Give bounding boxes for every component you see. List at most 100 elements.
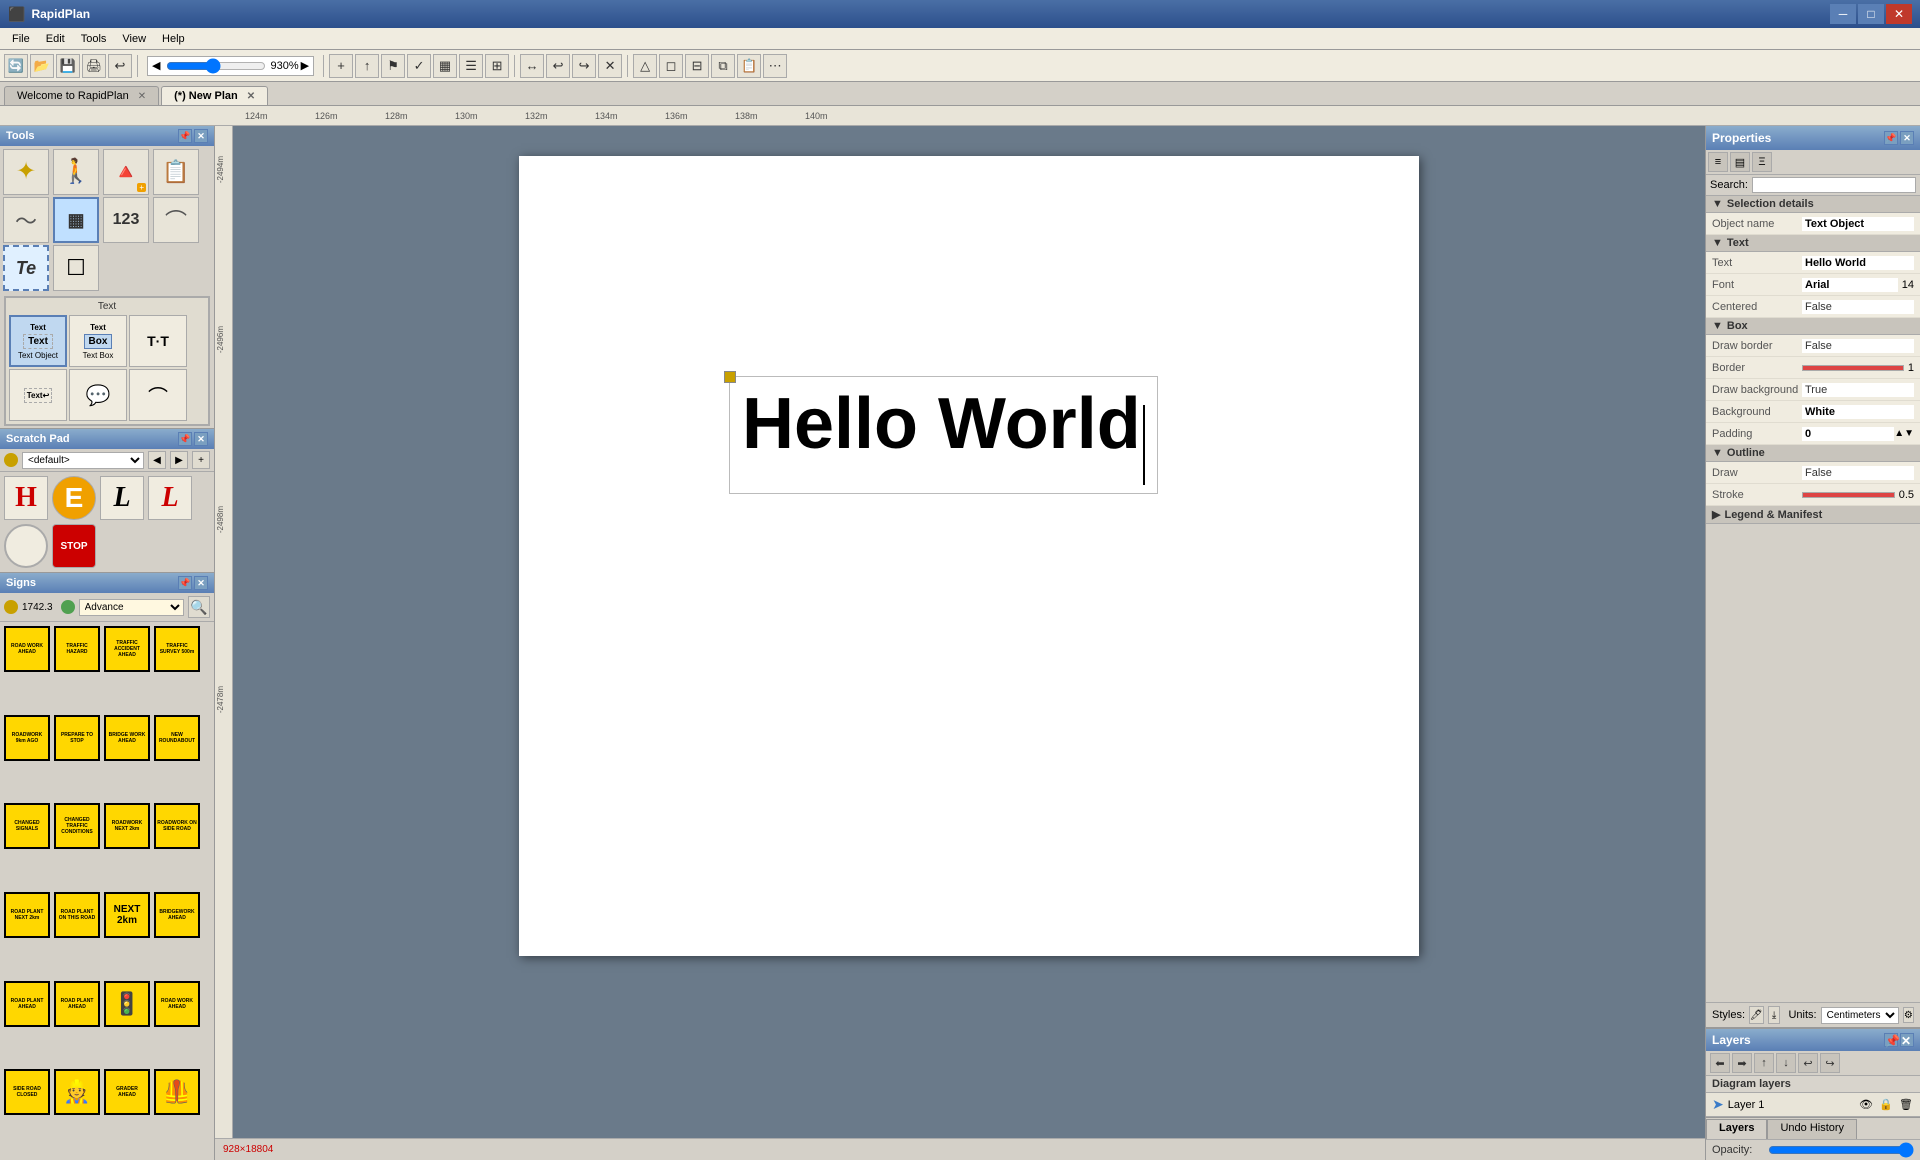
- tools-panel-close[interactable]: ✕: [194, 129, 208, 143]
- sign-traffic-hazard[interactable]: TRAFFIC HAZARD: [54, 626, 100, 672]
- section-legend[interactable]: ▶Legend & Manifest: [1706, 506, 1920, 524]
- close-button[interactable]: ✕: [1886, 4, 1912, 24]
- sign-roadwork-ahead[interactable]: ROAD WORK AHEAD: [4, 626, 50, 672]
- props-tab-2[interactable]: ▤: [1730, 152, 1750, 172]
- scratch-pad-close[interactable]: ✕: [194, 432, 208, 446]
- sign-roadwork-min-ago[interactable]: ROADWORK 9km AGO: [4, 715, 50, 761]
- sign-traffic-accident[interactable]: TRAFFIC ACCIDENT AHEAD: [104, 626, 150, 672]
- scratch-left[interactable]: ◀: [148, 451, 166, 469]
- toolbar-arrow[interactable]: ↑: [355, 54, 379, 78]
- scratch-red-l[interactable]: L: [148, 476, 192, 520]
- layers-pin[interactable]: 📌: [1884, 1033, 1898, 1047]
- section-outline[interactable]: ▼Outline: [1706, 445, 1920, 462]
- scratch-select[interactable]: <default>: [22, 452, 144, 469]
- scratch-right[interactable]: ▶: [170, 451, 188, 469]
- sign-new-roundabout[interactable]: NEW ROUNDABOUT: [154, 715, 200, 761]
- scratch-pad-pin[interactable]: 📌: [178, 432, 192, 446]
- toolbar-print[interactable]: 🖨: [82, 54, 106, 78]
- hello-world-textbox[interactable]: Hello World: [729, 376, 1158, 494]
- section-box[interactable]: ▼Box: [1706, 318, 1920, 335]
- layers-close[interactable]: ✕: [1900, 1033, 1914, 1047]
- sign-road-work-ahead2[interactable]: ROAD WORK AHEAD: [154, 981, 200, 1027]
- toolbar-undo2[interactable]: ↩: [546, 54, 570, 78]
- menu-tools[interactable]: Tools: [73, 31, 115, 47]
- sign-plant-this-road[interactable]: ROAD PLANT ON THIS ROAD: [54, 892, 100, 938]
- layer-delete[interactable]: 🗑: [1898, 1097, 1914, 1113]
- tab-welcome[interactable]: Welcome to RapidPlan ✕: [4, 86, 159, 105]
- zoom-out-btn[interactable]: ◀: [152, 59, 160, 72]
- scratch-add[interactable]: +: [192, 451, 210, 469]
- text-subobj-3[interactable]: T·T: [129, 315, 187, 367]
- text-subobj-6[interactable]: ⌒: [129, 369, 187, 421]
- toolbar-check[interactable]: ✓: [407, 54, 431, 78]
- props-tab-3[interactable]: Ξ: [1752, 152, 1772, 172]
- stroke-color-swatch[interactable]: [1802, 492, 1895, 498]
- tab-new-plan-close[interactable]: ✕: [247, 91, 255, 102]
- props-tab-1[interactable]: ≡: [1708, 152, 1728, 172]
- toolbar-copy[interactable]: ⧉: [711, 54, 735, 78]
- layer-tool-3[interactable]: ↑: [1754, 1053, 1774, 1073]
- canvas-scroll[interactable]: Hello World: [233, 126, 1705, 1138]
- scratch-black-l[interactable]: L: [100, 476, 144, 520]
- tools-panel-pin[interactable]: 📌: [178, 129, 192, 143]
- tool-table[interactable]: ▦: [53, 197, 99, 243]
- props-search-input[interactable]: [1752, 177, 1916, 193]
- menu-edit[interactable]: Edit: [38, 31, 73, 47]
- toolbar-plus[interactable]: +: [329, 54, 353, 78]
- text-subobj-4[interactable]: Text↩: [9, 369, 67, 421]
- tab-welcome-close[interactable]: ✕: [138, 91, 146, 102]
- layer-eye[interactable]: 👁: [1858, 1097, 1874, 1113]
- sign-road-plant-ahead[interactable]: ROAD PLANT AHEAD: [4, 981, 50, 1027]
- toolbar-x[interactable]: ✕: [598, 54, 622, 78]
- units-select[interactable]: Centimeters: [1821, 1007, 1899, 1024]
- toolbar-move[interactable]: ↔: [520, 54, 544, 78]
- opacity-slider[interactable]: [1768, 1142, 1914, 1158]
- menu-help[interactable]: Help: [154, 31, 193, 47]
- scratch-orange-e[interactable]: E: [52, 476, 96, 520]
- toolbar-triangle[interactable]: △: [633, 54, 657, 78]
- text-subobj-2[interactable]: Text Box Text Box: [69, 315, 127, 367]
- tool-number[interactable]: 123: [103, 197, 149, 243]
- layer-tool-6[interactable]: ↪: [1820, 1053, 1840, 1073]
- sign-roadwork-side[interactable]: ROADWORK ON SIDE ROAD: [154, 803, 200, 849]
- tool-arch[interactable]: ⌒: [153, 197, 199, 243]
- tool-signboard[interactable]: 📋: [153, 149, 199, 195]
- sign-traffic-survey[interactable]: TRAFFIC SURVEY 500m: [154, 626, 200, 672]
- toolbar-new[interactable]: 🔄: [4, 54, 28, 78]
- sign-grader-ahead[interactable]: GRADER AHEAD: [104, 1069, 150, 1115]
- tab-undo-history[interactable]: Undo History: [1767, 1119, 1857, 1139]
- menu-file[interactable]: File: [4, 31, 38, 47]
- signs-panel-pin[interactable]: 📌: [178, 576, 192, 590]
- tool-textbox[interactable]: ☐: [53, 245, 99, 291]
- section-text[interactable]: ▼Text: [1706, 235, 1920, 252]
- toolbar-align[interactable]: ⊟: [685, 54, 709, 78]
- toolbar-flag[interactable]: ⚑: [381, 54, 405, 78]
- toolbar-shape[interactable]: ◻: [659, 54, 683, 78]
- layer-tool-1[interactable]: ⬅: [1710, 1053, 1730, 1073]
- toolbar-undo[interactable]: ↩: [108, 54, 132, 78]
- minimize-button[interactable]: ─: [1830, 4, 1856, 24]
- tool-curve[interactable]: 〜: [3, 197, 49, 243]
- sign-pedestrian[interactable]: 👷: [54, 1069, 100, 1115]
- styles-btn-2[interactable]: ⤓: [1768, 1006, 1781, 1024]
- layer-tool-4[interactable]: ↓: [1776, 1053, 1796, 1073]
- sign-next-2km[interactable]: NEXT2km: [104, 892, 150, 938]
- tool-pedestrian[interactable]: 🚶: [53, 149, 99, 195]
- sign-roadwork-next2km[interactable]: ROADWORK NEXT 2km: [104, 803, 150, 849]
- signs-panel-close[interactable]: ✕: [194, 576, 208, 590]
- border-color-swatch[interactable]: [1802, 365, 1904, 371]
- sign-worker[interactable]: 🦺: [154, 1069, 200, 1115]
- toolbar-list[interactable]: ☰: [459, 54, 483, 78]
- toolbar-paste[interactable]: 📋: [737, 54, 761, 78]
- menu-view[interactable]: View: [114, 31, 154, 47]
- sign-prepare-stop[interactable]: PREPARE TO STOP: [54, 715, 100, 761]
- units-settings-btn[interactable]: ⚙: [1903, 1007, 1914, 1023]
- styles-btn-1[interactable]: 🖊: [1749, 1006, 1764, 1024]
- toolbar-table[interactable]: ⊞: [485, 54, 509, 78]
- section-selection-details[interactable]: ▼Selection details: [1706, 196, 1920, 213]
- toolbar-redo[interactable]: ↪: [572, 54, 596, 78]
- sign-bridgework[interactable]: BRIDGE WORK AHEAD: [104, 715, 150, 761]
- tool-cone[interactable]: 🔺 +: [103, 149, 149, 195]
- sign-road-plant-ahead2[interactable]: ROAD PLANT AHEAD: [54, 981, 100, 1027]
- scratch-circle[interactable]: [4, 524, 48, 568]
